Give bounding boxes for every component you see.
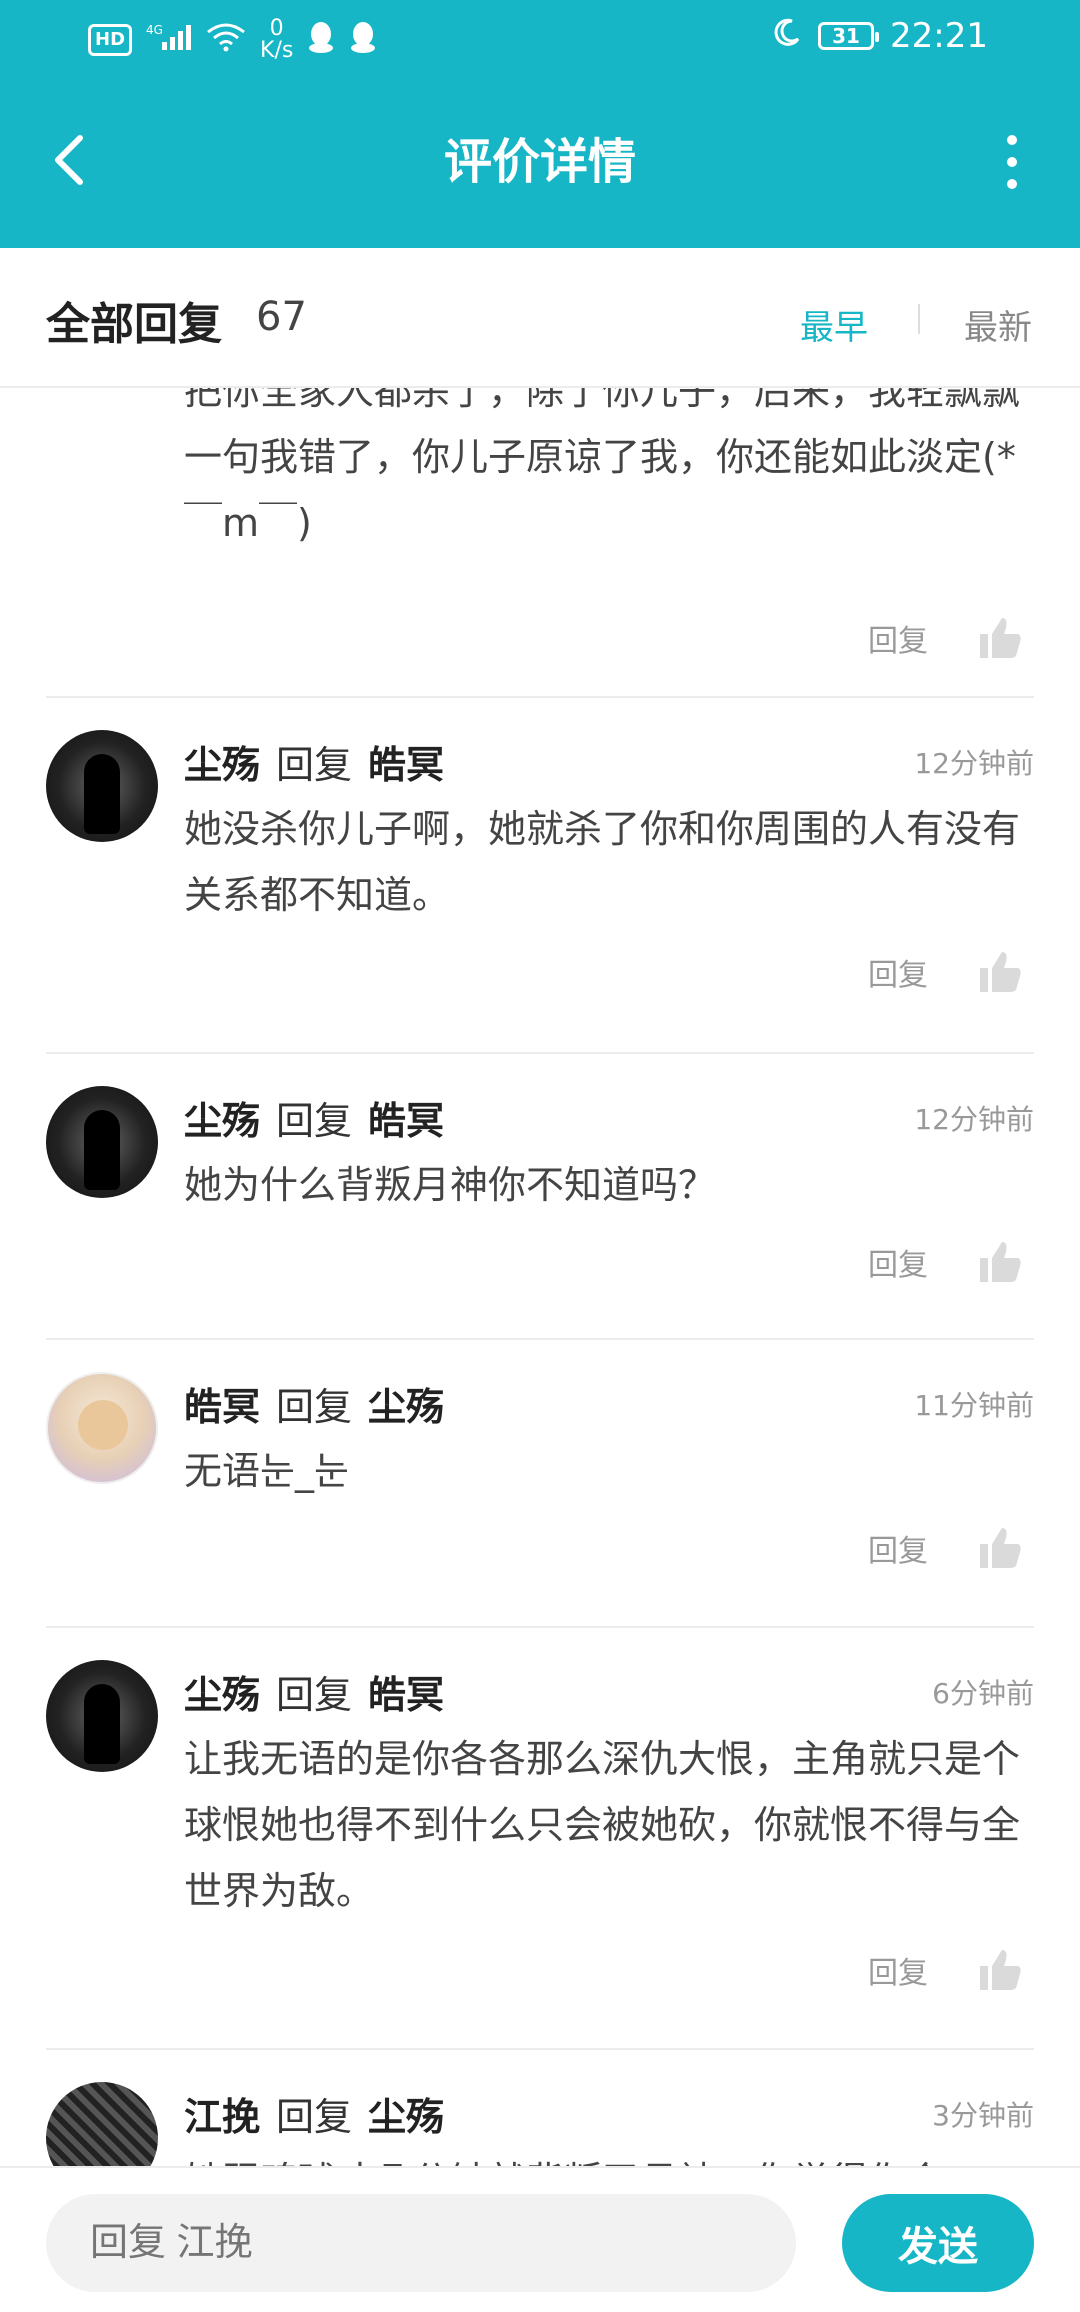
comment-actions: 回复	[868, 946, 1024, 998]
reply-word: 回复	[276, 1673, 353, 1717]
comment-actions: 回复	[868, 1236, 1024, 1288]
reply-input[interactable]	[46, 2194, 796, 2292]
network-type-label: 4G	[146, 23, 163, 37]
comment-text: 无语눈_눈	[184, 1449, 349, 1493]
comment-author[interactable]: 尘殇	[184, 743, 260, 787]
comment-header: 尘殇 回复 皓冥	[184, 1090, 444, 1145]
partial-comment-text: 把你全家人都杀了，除了你儿子，后来，我轻飘飘一句我错了，你儿子原谅了我，你还能如…	[184, 388, 1021, 545]
status-bar: HD 4G 0 K/s 31 22:21	[0, 0, 1080, 80]
more-menu-button[interactable]	[982, 130, 1042, 194]
comment-reply-target[interactable]: 尘殇	[368, 2095, 444, 2139]
avatar[interactable]	[46, 1372, 158, 1484]
reply-bar: 发送	[0, 2166, 1080, 2312]
comment-text: 让我无语的是你各各那么深仇大恨，主角就只是个球恨她也得不到什么只会被她砍，你就恨…	[184, 1737, 1021, 1913]
more-dot-icon	[1007, 135, 1017, 145]
avatar[interactable]	[46, 2082, 158, 2166]
reply-word: 回复	[276, 1385, 353, 1429]
comment-item: 尘殇 回复 皓冥 6分钟前 让我无语的是你各各那么深仇大恨，主角就只是个球恨她也得不…	[46, 1626, 1034, 2048]
comment-author[interactable]: 尘殇	[184, 1673, 260, 1717]
comment-header: 江挽 回复 尘殇	[184, 2086, 444, 2141]
comment-item: 尘殇 回复 皓冥 12分钟前 她为什么背叛月神你不知道吗？ 回复	[46, 1052, 1034, 1338]
app-bar: 评价详情	[0, 80, 1080, 248]
comment-actions: 回复	[868, 1522, 1024, 1574]
comment-header: 尘殇 回复 皓冥	[184, 1664, 444, 1719]
qq-icon	[349, 20, 377, 60]
comment-reply-target[interactable]: 皓冥	[368, 1673, 444, 1717]
reply-button[interactable]: 回复	[868, 1948, 928, 1992]
moon-icon	[772, 16, 802, 56]
battery-icon: 31	[818, 22, 880, 50]
replies-header: 全部回复 67 最早 最新	[0, 248, 1080, 388]
send-button[interactable]: 发送	[842, 2194, 1034, 2292]
comment-actions: 回复	[868, 1944, 1024, 1996]
status-left: HD 4G 0 K/s	[88, 18, 377, 62]
qq-icon	[307, 20, 335, 60]
top-bar: HD 4G 0 K/s 31 22:21 评价详情	[0, 0, 1080, 248]
reply-count: 67	[256, 294, 307, 340]
comment-item: 尘殇 回复 皓冥 12分钟前 她没杀你儿子啊，她就杀了你和你周围的人有没有关系都不知…	[46, 696, 1034, 1052]
thumbs-up-icon[interactable]	[976, 1524, 1024, 1572]
thumbs-up-icon[interactable]	[976, 614, 1024, 662]
comment-time: 11分钟前	[914, 1389, 1034, 1422]
comment-text: 她没杀你儿子啊，她就杀了你和你周围的人有没有关系都不知道。	[184, 807, 1021, 917]
wifi-icon	[206, 22, 246, 58]
hd-icon: HD	[88, 24, 133, 56]
reply-button[interactable]: 回复	[868, 1240, 928, 1284]
more-dot-icon	[1007, 179, 1017, 189]
comment-header: 尘殇 回复 皓冥	[184, 734, 444, 789]
comment-item: 皓冥 回复 尘殇 11分钟前 无语눈_눈 回复	[46, 1338, 1034, 1626]
status-right: 31 22:21	[772, 16, 988, 56]
clock: 22:21	[890, 16, 988, 56]
comment-reply-target[interactable]: 皓冥	[368, 743, 444, 787]
comment-list[interactable]: 把你全家人都杀了，除了你儿子，后来，我轻飘飘一句我错了，你儿子原谅了我，你还能如…	[0, 388, 1080, 2166]
reply-word: 回复	[276, 2095, 353, 2139]
avatar[interactable]	[46, 1086, 158, 1198]
all-replies-title: 全部回复	[46, 299, 222, 350]
comment-author[interactable]: 尘殇	[184, 1099, 260, 1143]
comment-time: 12分钟前	[914, 747, 1034, 780]
signal-icon: 4G	[146, 22, 192, 58]
comment-time: 6分钟前	[932, 1677, 1034, 1710]
comment-author[interactable]: 皓冥	[184, 1385, 260, 1429]
thumbs-up-icon[interactable]	[976, 1238, 1024, 1286]
reply-button[interactable]: 回复	[868, 616, 928, 660]
sort-earliest-tab[interactable]: 最早	[800, 300, 868, 349]
comment-header: 皓冥 回复 尘殇	[184, 1376, 444, 1431]
avatar[interactable]	[46, 1660, 158, 1772]
page-title: 评价详情	[443, 134, 636, 190]
comment-author[interactable]: 江挽	[184, 2095, 260, 2139]
sort-latest-tab[interactable]: 最新	[964, 300, 1032, 349]
reply-button[interactable]: 回复	[868, 950, 928, 994]
avatar[interactable]	[46, 730, 158, 842]
network-speed: 0 K/s	[260, 18, 293, 62]
comment-time: 3分钟前	[932, 2099, 1034, 2132]
thumbs-up-icon[interactable]	[976, 1946, 1024, 1994]
reply-word: 回复	[276, 743, 353, 787]
reply-button[interactable]: 回复	[868, 1526, 928, 1570]
reply-word: 回复	[276, 1099, 353, 1143]
thumbs-up-icon[interactable]	[976, 948, 1024, 996]
comment-text: 她跟魂球才几分钟就背叛了月神，你觉得你会	[184, 2148, 1034, 2166]
network-speed-unit: K/s	[260, 38, 294, 63]
comment-time: 12分钟前	[914, 1103, 1034, 1136]
sort-divider	[918, 304, 920, 334]
comment-item: 江挽回复尘殇 3分钟前 她跟魂球才几分钟就背叛了月神，你觉得你会	[46, 2048, 1034, 2166]
comment-reply-target[interactable]: 尘殇	[368, 1385, 444, 1429]
comment-reply-target[interactable]: 皓冥	[368, 1099, 444, 1143]
more-dot-icon	[1007, 157, 1017, 167]
comment-text: 她为什么背叛月神你不知道吗？	[184, 1163, 717, 1207]
partial-comment-actions: 回复	[868, 612, 1024, 664]
